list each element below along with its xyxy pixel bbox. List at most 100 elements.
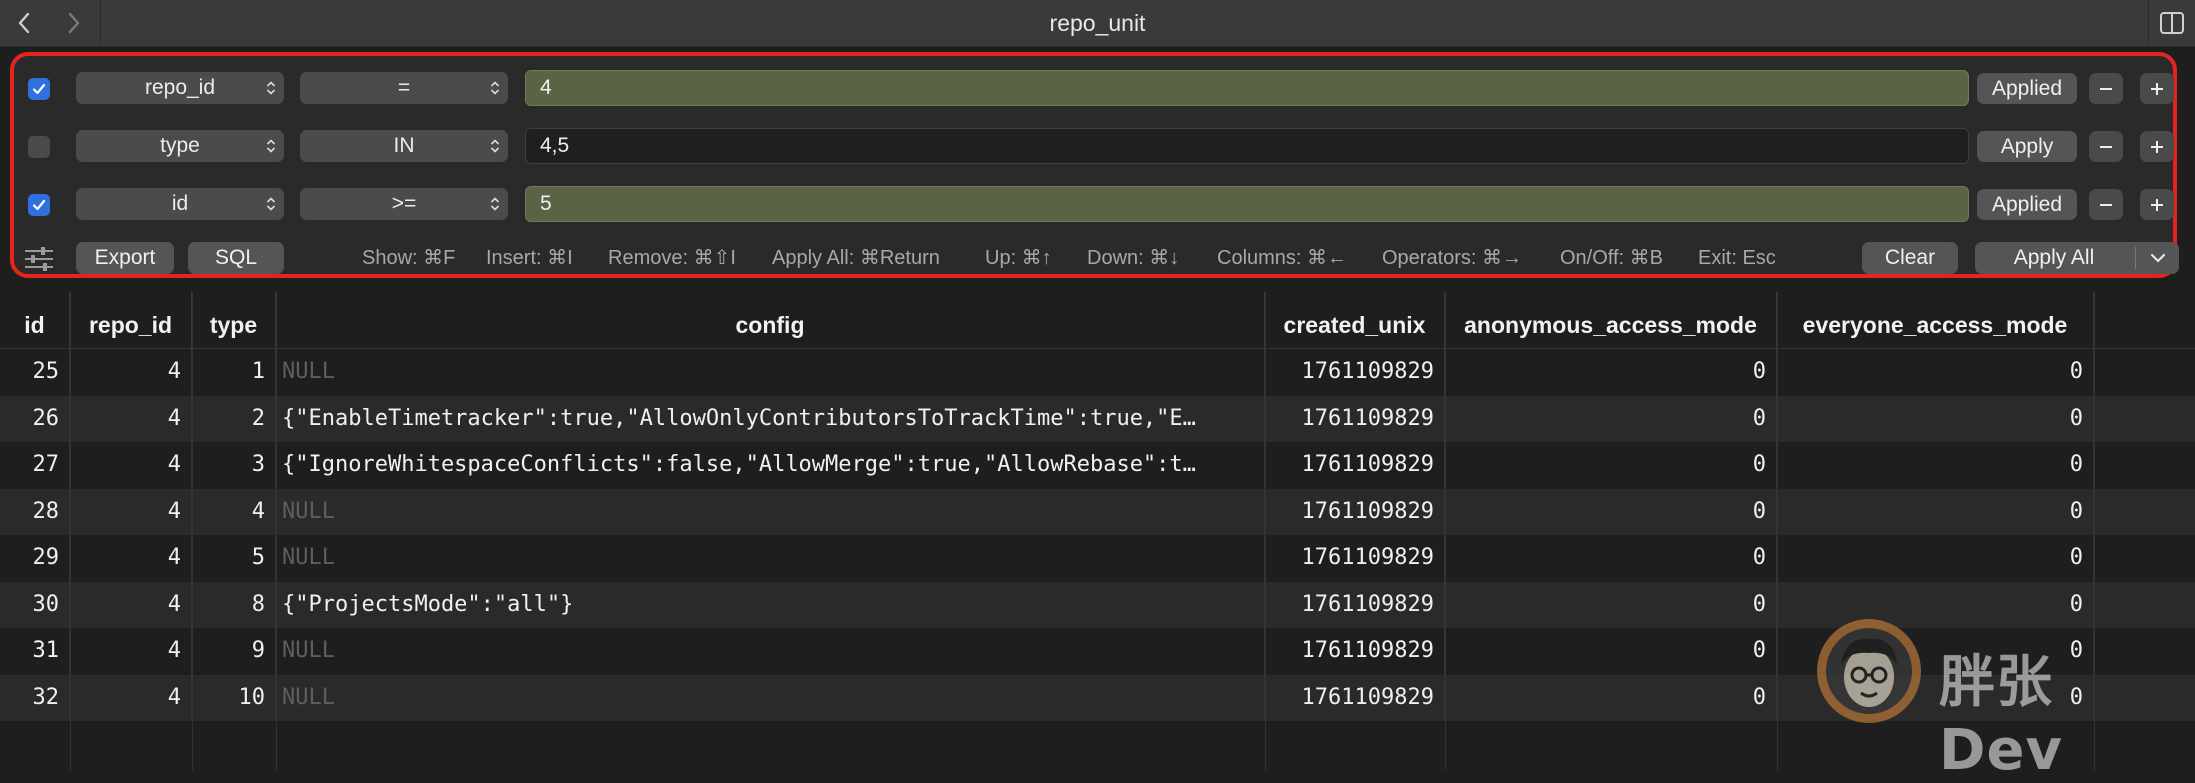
column-header-config[interactable]: config — [276, 292, 1265, 348]
table-row[interactable]: 28 4 4 NULL 1761109829 0 0 — [0, 488, 2195, 535]
cell-created-unix[interactable]: 1761109829 — [1265, 581, 1445, 628]
operator-select[interactable]: >= — [300, 188, 508, 220]
column-header-anonymous-access-mode[interactable]: anonymous_access_mode — [1445, 292, 1777, 348]
cell-id[interactable]: 27 — [0, 442, 70, 489]
table-row[interactable]: 27 4 3 {"IgnoreWhitespaceConflicts":false,"… — [0, 442, 2195, 489]
remove-filter-button[interactable] — [2089, 131, 2123, 162]
cell-type[interactable]: 8 — [192, 581, 276, 628]
operator-select[interactable]: = — [300, 72, 508, 104]
clear-button[interactable]: Clear — [1862, 242, 1958, 274]
apply-filter-button[interactable]: Apply — [1977, 131, 2077, 162]
cell-everyone-access-mode[interactable]: 0 — [1777, 395, 2094, 442]
apply-all-button[interactable]: Apply All — [1975, 242, 2179, 274]
column-select-value: repo_id — [144, 76, 216, 99]
cell-config[interactable]: NULL — [276, 628, 1265, 675]
cell-id[interactable]: 31 — [0, 628, 70, 675]
cell-config[interactable]: {"IgnoreWhitespaceConflicts":false,"Allo… — [276, 442, 1265, 489]
apply-all-label: Apply All — [2013, 246, 2095, 269]
cell-created-unix[interactable]: 1761109829 — [1265, 488, 1445, 535]
cell-anonymous-access-mode[interactable]: 0 — [1445, 628, 1777, 675]
table-row[interactable]: 26 4 2 {"EnableTimetracker":true,"AllowOnly… — [0, 395, 2195, 442]
cell-created-unix[interactable]: 1761109829 — [1265, 674, 1445, 721]
cell-type[interactable]: 5 — [192, 535, 276, 582]
cell-repo-id[interactable]: 4 — [70, 488, 192, 535]
cell-id[interactable]: 32 — [0, 674, 70, 721]
add-filter-button[interactable] — [2140, 189, 2174, 220]
cell-type[interactable]: 3 — [192, 442, 276, 489]
filter-value-input[interactable]: 4 — [525, 70, 1969, 106]
filter-value-input[interactable]: 4,5 — [525, 128, 1969, 164]
column-header-everyone-access-mode[interactable]: everyone_access_mode — [1777, 292, 2094, 348]
cell-everyone-access-mode[interactable]: 0 — [1777, 488, 2094, 535]
cell-type[interactable]: 9 — [192, 628, 276, 675]
operator-select-value: >= — [391, 192, 417, 215]
cell-repo-id[interactable]: 4 — [70, 581, 192, 628]
column-divider — [276, 292, 277, 770]
add-filter-button[interactable] — [2140, 73, 2174, 104]
cell-everyone-access-mode[interactable]: 0 — [1777, 535, 2094, 582]
cell-everyone-access-mode[interactable]: 0 — [1777, 349, 2094, 396]
cell-anonymous-access-mode[interactable]: 0 — [1445, 535, 1777, 582]
cell-config[interactable]: NULL — [276, 674, 1265, 721]
toggle-sidebar-button[interactable] — [2148, 0, 2195, 46]
cell-id[interactable]: 30 — [0, 581, 70, 628]
cell-type[interactable]: 4 — [192, 488, 276, 535]
cell-repo-id[interactable]: 4 — [70, 442, 192, 489]
cell-id[interactable]: 28 — [0, 488, 70, 535]
cell-repo-id[interactable]: 4 — [70, 628, 192, 675]
column-header-type[interactable]: type — [192, 292, 276, 348]
column-header-created-unix[interactable]: created_unix — [1265, 292, 1445, 348]
avatar-logo — [1817, 619, 1921, 723]
filter-enabled-checkbox[interactable] — [28, 136, 50, 158]
table-row[interactable]: 29 4 5 NULL 1761109829 0 0 — [0, 535, 2195, 582]
cell-anonymous-access-mode[interactable]: 0 — [1445, 488, 1777, 535]
export-button[interactable]: Export — [76, 242, 174, 274]
apply-all-dropdown[interactable] — [2141, 242, 2175, 274]
column-select[interactable]: repo_id — [76, 72, 284, 104]
cell-config[interactable]: {"ProjectsMode":"all"} — [276, 581, 1265, 628]
column-header-id[interactable]: id — [0, 292, 70, 348]
add-filter-button[interactable] — [2140, 131, 2174, 162]
apply-filter-button[interactable]: Applied — [1977, 73, 2077, 104]
table-row[interactable]: 25 4 1 NULL 1761109829 0 0 — [0, 349, 2195, 396]
filter-settings-icon[interactable] — [22, 244, 58, 274]
cell-anonymous-access-mode[interactable]: 0 — [1445, 581, 1777, 628]
cell-created-unix[interactable]: 1761109829 — [1265, 628, 1445, 675]
filter-value-input[interactable]: 5 — [525, 186, 1969, 222]
cell-repo-id[interactable]: 4 — [70, 395, 192, 442]
cell-created-unix[interactable]: 1761109829 — [1265, 535, 1445, 582]
cell-config[interactable]: NULL — [276, 349, 1265, 396]
cell-repo-id[interactable]: 4 — [70, 674, 192, 721]
cell-anonymous-access-mode[interactable]: 0 — [1445, 395, 1777, 442]
remove-filter-button[interactable] — [2089, 73, 2123, 104]
cell-type[interactable]: 10 — [192, 674, 276, 721]
cell-config[interactable]: NULL — [276, 535, 1265, 582]
cell-anonymous-access-mode[interactable]: 0 — [1445, 442, 1777, 489]
cell-created-unix[interactable]: 1761109829 — [1265, 442, 1445, 489]
column-header-repo-id[interactable]: repo_id — [70, 292, 192, 348]
column-select[interactable]: type — [76, 130, 284, 162]
cell-repo-id[interactable]: 4 — [70, 535, 192, 582]
checkmark-icon — [32, 83, 46, 95]
sql-button[interactable]: SQL — [188, 242, 284, 274]
cell-config[interactable]: NULL — [276, 488, 1265, 535]
cell-id[interactable]: 25 — [0, 349, 70, 396]
apply-filter-button[interactable]: Applied — [1977, 189, 2077, 220]
cell-created-unix[interactable]: 1761109829 — [1265, 395, 1445, 442]
plus-icon — [2151, 82, 2163, 95]
cell-everyone-access-mode[interactable]: 0 — [1777, 442, 2094, 489]
cell-anonymous-access-mode[interactable]: 0 — [1445, 674, 1777, 721]
cell-id[interactable]: 29 — [0, 535, 70, 582]
cell-config[interactable]: {"EnableTimetracker":true,"AllowOnlyCont… — [276, 395, 1265, 442]
filter-enabled-checkbox[interactable] — [28, 194, 50, 216]
filter-enabled-checkbox[interactable] — [28, 78, 50, 100]
cell-type[interactable]: 1 — [192, 349, 276, 396]
cell-id[interactable]: 26 — [0, 395, 70, 442]
remove-filter-button[interactable] — [2089, 189, 2123, 220]
cell-anonymous-access-mode[interactable]: 0 — [1445, 349, 1777, 396]
cell-created-unix[interactable]: 1761109829 — [1265, 349, 1445, 396]
operator-select[interactable]: IN — [300, 130, 508, 162]
cell-repo-id[interactable]: 4 — [70, 349, 192, 396]
cell-type[interactable]: 2 — [192, 395, 276, 442]
column-select[interactable]: id — [76, 188, 284, 220]
